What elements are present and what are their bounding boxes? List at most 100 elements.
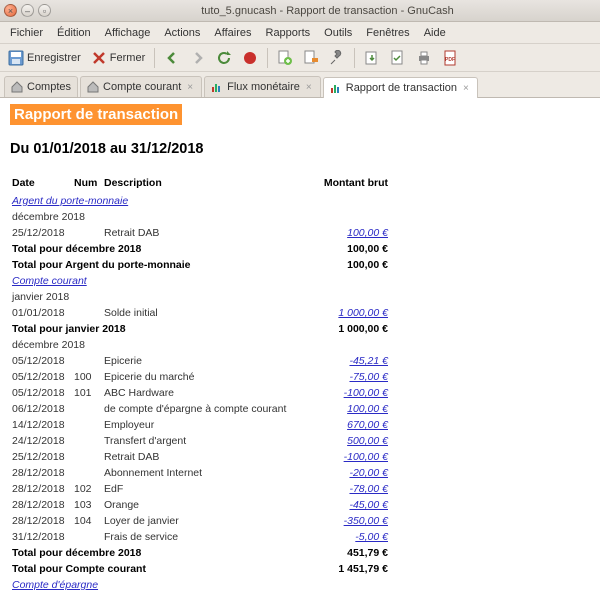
options-save-button[interactable]: [299, 48, 323, 68]
wrench-icon: [329, 50, 345, 66]
export-button[interactable]: [360, 48, 384, 68]
cell-num: [72, 353, 102, 369]
tab-accounts[interactable]: Comptes: [4, 76, 78, 97]
menu-reports[interactable]: Rapports: [260, 25, 317, 41]
cell-date: 31/12/2018: [10, 529, 72, 545]
amount-link[interactable]: -5,00 €: [355, 531, 388, 543]
print-button[interactable]: [412, 48, 436, 68]
table-row: décembre 2018: [10, 209, 390, 225]
tab-rapport-transaction[interactable]: Rapport de transaction ×: [323, 77, 478, 98]
amount-link[interactable]: 100,00 €: [347, 403, 388, 415]
floppy-icon: [8, 50, 24, 66]
save-button[interactable]: Enregistrer: [4, 48, 85, 68]
cell-num: [72, 449, 102, 465]
table-row: Total pour janvier 20181 000,00 €: [10, 321, 390, 337]
tab-compte-courant[interactable]: Compte courant ×: [80, 76, 202, 97]
period-total-amount: 100,00 €: [300, 241, 390, 257]
tab-label: Compte courant: [103, 81, 181, 93]
menu-windows[interactable]: Fenêtres: [360, 25, 415, 41]
cell-num: [72, 225, 102, 241]
col-num: Num: [72, 175, 102, 193]
cell-desc: de compte d'épargne à compte courant: [102, 401, 300, 417]
account-total-label: Total pour Argent du porte-monnaie: [10, 257, 300, 273]
cell-num: [72, 465, 102, 481]
window-titlebar: × – ▫ tuto_5.gnucash - Rapport de transa…: [0, 0, 600, 22]
menu-business[interactable]: Affaires: [208, 25, 257, 41]
amount-link[interactable]: 500,00 €: [347, 435, 388, 447]
amount-link[interactable]: -45,00 €: [349, 499, 388, 511]
svg-text:PDF: PDF: [445, 57, 455, 63]
tab-close-icon[interactable]: ×: [304, 82, 314, 93]
reload-button[interactable]: [212, 48, 236, 68]
forward-button[interactable]: [186, 48, 210, 68]
menu-view[interactable]: Affichage: [99, 25, 157, 41]
cell-num: [72, 401, 102, 417]
account-link[interactable]: Argent du porte-monnaie: [12, 195, 128, 207]
amount-link[interactable]: -100,00 €: [344, 451, 388, 463]
account-total-amount: 1 451,79 €: [300, 561, 390, 577]
printer-icon: [416, 50, 432, 66]
cell-desc: Employeur: [102, 417, 300, 433]
tab-close-icon[interactable]: ×: [185, 82, 195, 93]
close-x-icon: [91, 50, 107, 66]
cell-desc: Transfert d'argent: [102, 433, 300, 449]
back-button[interactable]: [160, 48, 184, 68]
cell-date: 05/12/2018: [10, 385, 72, 401]
cell-desc: Loyer de janvier: [102, 513, 300, 529]
options-add-button[interactable]: [273, 48, 297, 68]
amount-link[interactable]: -45,21 €: [349, 355, 388, 367]
account-link[interactable]: Compte courant: [12, 275, 87, 287]
amount-link[interactable]: 100,00 €: [347, 227, 388, 239]
tab-label: Flux monétaire: [227, 81, 300, 93]
amount-link[interactable]: -20,00 €: [349, 467, 388, 479]
cell-num: 102: [72, 481, 102, 497]
table-row: Compte courant: [10, 273, 390, 289]
options2-button[interactable]: [386, 48, 410, 68]
cell-desc: Orange: [102, 497, 300, 513]
window-close-button[interactable]: ×: [4, 4, 17, 17]
table-row: 05/12/2018100Epicerie du marché-75,00 €: [10, 369, 390, 385]
amount-link[interactable]: -75,00 €: [349, 371, 388, 383]
report-content: Rapport de transaction Du 01/01/2018 au …: [0, 98, 600, 603]
menu-actions[interactable]: Actions: [158, 25, 206, 41]
amount-link[interactable]: 670,00 €: [347, 419, 388, 431]
tab-flux-monetaire[interactable]: Flux monétaire ×: [204, 76, 321, 97]
chart-icon: [211, 81, 223, 93]
period-total-label: Total pour janvier 2018: [10, 321, 300, 337]
period-label: décembre 2018: [10, 209, 390, 225]
amount-link[interactable]: 1 000,00 €: [338, 307, 388, 319]
cell-num: [72, 305, 102, 321]
cell-desc: ABC Hardware: [102, 385, 300, 401]
close-button[interactable]: Fermer: [87, 48, 149, 68]
window-maximize-button[interactable]: ▫: [38, 4, 51, 17]
cell-num: 101: [72, 385, 102, 401]
home-icon: [87, 81, 99, 93]
period-label: décembre 2018: [10, 337, 390, 353]
table-header-row: Date Num Description Montant brut: [10, 175, 390, 193]
menu-tools[interactable]: Outils: [318, 25, 358, 41]
cell-desc: Retrait DAB: [102, 449, 300, 465]
stop-button[interactable]: [238, 48, 262, 68]
account-total-amount: 100,00 €: [300, 257, 390, 273]
menu-help[interactable]: Aide: [418, 25, 452, 41]
pdf-icon: PDF: [442, 50, 458, 66]
amount-link[interactable]: -78,00 €: [349, 483, 388, 495]
options-button[interactable]: [325, 48, 349, 68]
account-total-label: Total pour Compte courant: [10, 561, 300, 577]
toolbar-separator: [354, 48, 355, 68]
table-row: Argent du porte-monnaie: [10, 193, 390, 209]
amount-link[interactable]: -100,00 €: [344, 387, 388, 399]
cell-date: 14/12/2018: [10, 417, 72, 433]
amount-link[interactable]: -350,00 €: [344, 515, 388, 527]
account-link[interactable]: Compte d'épargne: [12, 579, 98, 591]
window-minimize-button[interactable]: –: [21, 4, 34, 17]
pdf-button[interactable]: PDF: [438, 48, 462, 68]
menu-file[interactable]: Fichier: [4, 25, 49, 41]
table-row: 28/12/2018102EdF-78,00 €: [10, 481, 390, 497]
tab-label: Rapport de transaction: [346, 82, 457, 94]
table-row: Total pour décembre 2018100,00 €: [10, 241, 390, 257]
menu-edit[interactable]: Édition: [51, 25, 97, 41]
table-row: 25/12/2018Retrait DAB-100,00 €: [10, 449, 390, 465]
table-row: Total pour décembre 2018451,79 €: [10, 545, 390, 561]
tab-close-icon[interactable]: ×: [461, 83, 471, 94]
